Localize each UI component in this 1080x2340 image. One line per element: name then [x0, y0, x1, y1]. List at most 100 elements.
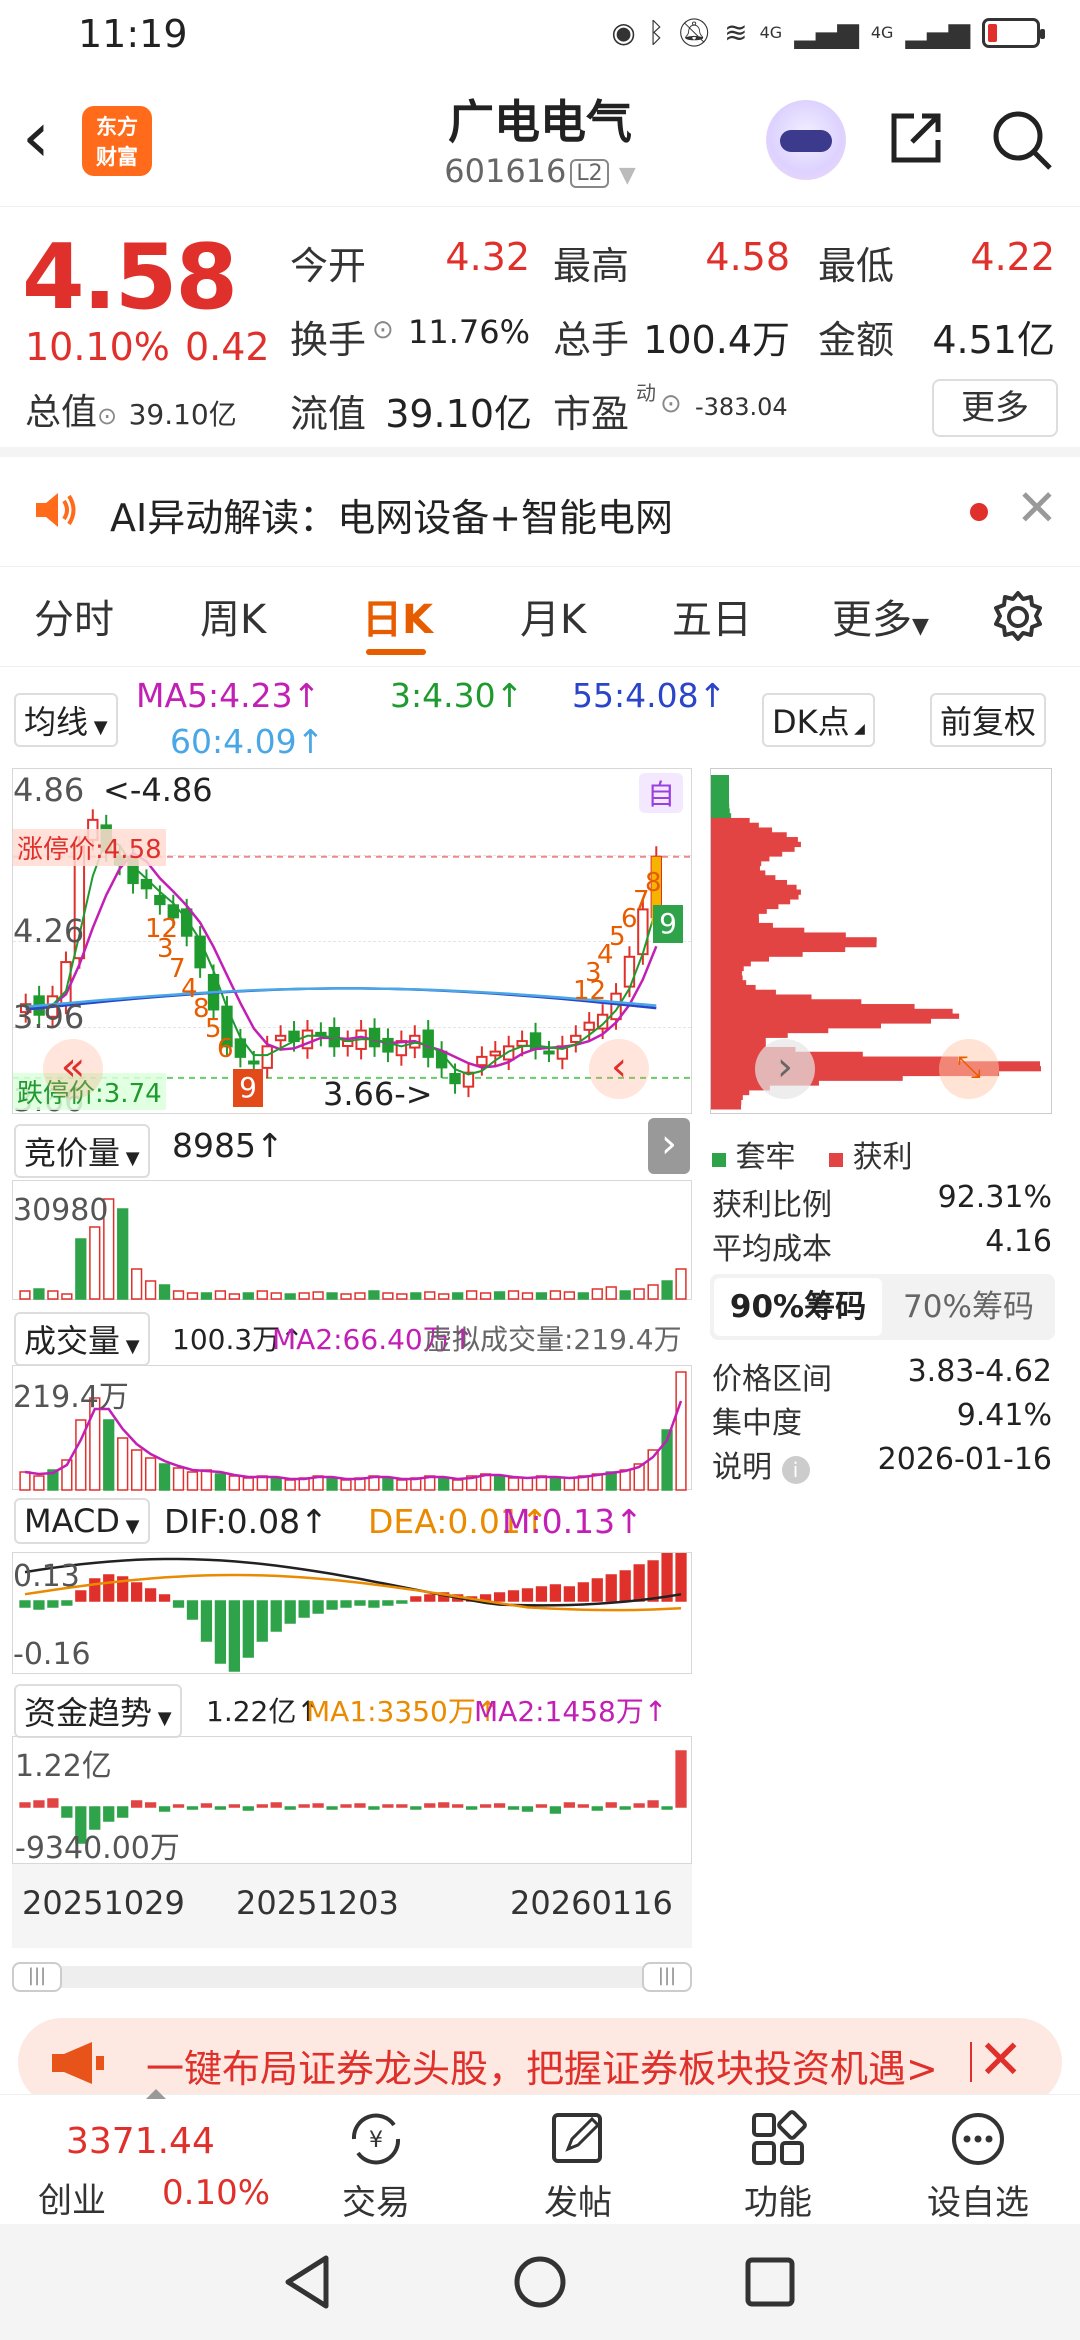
- more-button[interactable]: 更多: [932, 379, 1058, 437]
- seg-90[interactable]: 90%筹码: [714, 1278, 882, 1336]
- macd-bar: [172, 1600, 185, 1608]
- auction-bar: [270, 1292, 282, 1300]
- note-label-text: 说明: [712, 1450, 772, 1485]
- expand-arrow-icon[interactable]: ›: [755, 1039, 815, 1099]
- fund-bar: [354, 1803, 366, 1808]
- chip-bar: [711, 856, 770, 862]
- info-icon-2[interactable]: ⊙: [97, 402, 117, 430]
- info-icon-3[interactable]: ⊙: [660, 389, 682, 419]
- auto-tag[interactable]: 自: [639, 773, 683, 813]
- close-icon[interactable]: ✕: [978, 2028, 1023, 2091]
- seq-marker-right: 8: [645, 868, 662, 898]
- volume-panel[interactable]: 219.4万: [12, 1365, 692, 1491]
- tab-monthly[interactable]: 月K: [520, 587, 586, 645]
- scrollbar-handle-right[interactable]: |||: [642, 1962, 692, 1992]
- apps-icon[interactable]: [748, 2109, 808, 2169]
- date-label-2: 20251203: [236, 1884, 399, 1922]
- chip-bar: [711, 865, 760, 871]
- expand-caret-icon[interactable]: [146, 2089, 166, 2099]
- scrollbar-handle-left[interactable]: |||: [12, 1962, 62, 1992]
- volume-selector-label: 成交量: [24, 1322, 121, 1360]
- volume-bar: [144, 1457, 157, 1491]
- gear-icon[interactable]: [990, 589, 1046, 645]
- ai-robot-avatar[interactable]: [766, 100, 846, 180]
- auction-bar: [619, 1290, 631, 1300]
- chip-bar: [711, 918, 759, 924]
- low-label: 最低: [818, 244, 895, 288]
- fund-selector[interactable]: 资金趋势 ▼: [14, 1684, 182, 1738]
- fullscreen-icon[interactable]: ⤡: [939, 1039, 999, 1099]
- fund-bar: [633, 1803, 645, 1808]
- nav-functions[interactable]: 功能: [718, 2175, 838, 2224]
- chip-distribution-panel[interactable]: › ⤡: [710, 768, 1052, 1114]
- ma-selector[interactable]: 均线 ▼: [14, 693, 118, 747]
- adjust-selector[interactable]: 前复权: [930, 693, 1047, 747]
- recents-square-icon[interactable]: [744, 2256, 796, 2308]
- fund-bar: [186, 1806, 199, 1810]
- volume-selector[interactable]: 成交量 ▼: [14, 1312, 150, 1366]
- nav-custom[interactable]: 设自选: [918, 2175, 1038, 2224]
- info-icon-4[interactable]: i: [781, 1456, 810, 1484]
- chip-bar: [711, 1042, 766, 1048]
- macd-panel[interactable]: 0.13 -0.16: [12, 1552, 692, 1674]
- trade-icon[interactable]: ¥: [344, 2109, 408, 2169]
- back-triangle-icon[interactable]: [282, 2254, 332, 2310]
- auction-selector[interactable]: 竞价量 ▼: [14, 1124, 150, 1178]
- share-icon[interactable]: [886, 108, 946, 168]
- tab-intraday[interactable]: 分时: [34, 587, 114, 645]
- chip-bar: [711, 1089, 750, 1096]
- auction-bar: [452, 1292, 464, 1300]
- macd-bar: [493, 1592, 506, 1602]
- ai-banner[interactable]: AI异动解读：电网设备+智能电网 ✕: [0, 457, 1080, 567]
- tab-five-day[interactable]: 五日: [672, 587, 752, 645]
- chip-bar: [711, 775, 729, 781]
- volume-bar: [326, 1477, 338, 1491]
- scroll-left-icon[interactable]: ‹: [589, 1039, 649, 1099]
- dk-selector[interactable]: DK点 ◢: [762, 693, 875, 747]
- candle-body: [516, 1040, 528, 1047]
- volume-bar: [158, 1463, 171, 1491]
- index-name[interactable]: 创业: [38, 2173, 106, 2222]
- post-icon[interactable]: [548, 2109, 608, 2169]
- nav-trade[interactable]: 交易: [316, 2175, 436, 2224]
- chevron-down-icon: ▼: [152, 1708, 172, 1729]
- chevron-down-icon: ▼: [120, 1336, 140, 1357]
- home-circle-icon[interactable]: [512, 2254, 568, 2310]
- tab-weekly[interactable]: 周K: [200, 587, 266, 645]
- chip-bar: [711, 1094, 743, 1100]
- auction-bar: [507, 1290, 520, 1300]
- volume-bar: [186, 1471, 199, 1491]
- auction-bar: [675, 1268, 687, 1300]
- chip-bar: [711, 894, 799, 900]
- index-value[interactable]: 3371.44: [66, 2121, 215, 2162]
- tab-more[interactable]: 更多▼: [832, 587, 929, 645]
- nav-post[interactable]: 发帖: [518, 2175, 638, 2224]
- chip-bar: [711, 784, 730, 790]
- macd-m: M:0.13↑: [502, 1502, 643, 1541]
- kline-panel[interactable]: 12 3 7 4 8 5 6 12 3 4 5 6 7 8 4.86 <-4.86 4.26 3.96 3…: [12, 768, 693, 1119]
- chip-bar: [711, 1023, 881, 1029]
- search-icon[interactable]: [990, 108, 1054, 172]
- info-icon[interactable]: ⊙: [372, 315, 394, 345]
- macd-bar: [535, 1586, 548, 1602]
- fund-panel[interactable]: 1.22亿 -9340.00万: [12, 1736, 692, 1866]
- promo-banner[interactable]: 一键布局证券龙头股，把握证券板块投资机遇> ✕: [18, 2018, 1062, 2106]
- auction-panel[interactable]: 30980: [12, 1180, 692, 1300]
- seg-70[interactable]: 70%筹码: [886, 1278, 1051, 1336]
- fund-bar: [326, 1806, 338, 1810]
- volume-bar: [131, 1449, 143, 1491]
- auction-bar: [228, 1293, 240, 1300]
- auction-bar: [172, 1290, 185, 1300]
- macd-bar: [144, 1588, 157, 1602]
- range-scrollbar[interactable]: ||| |||: [12, 1962, 692, 1992]
- auction-bar: [326, 1292, 338, 1300]
- macd-y-bottom: -0.16: [13, 1637, 91, 1672]
- more-dots-icon[interactable]: [948, 2109, 1008, 2169]
- candle-body: [489, 1050, 501, 1057]
- scroll-left-fast-icon[interactable]: «: [43, 1039, 103, 1099]
- tab-daily[interactable]: 日K: [362, 587, 433, 645]
- macd-selector[interactable]: MACD ▼: [14, 1498, 150, 1544]
- chip-bar: [711, 970, 742, 976]
- collapse-side-icon[interactable]: ›: [648, 1118, 690, 1174]
- close-icon[interactable]: ✕: [1016, 479, 1058, 537]
